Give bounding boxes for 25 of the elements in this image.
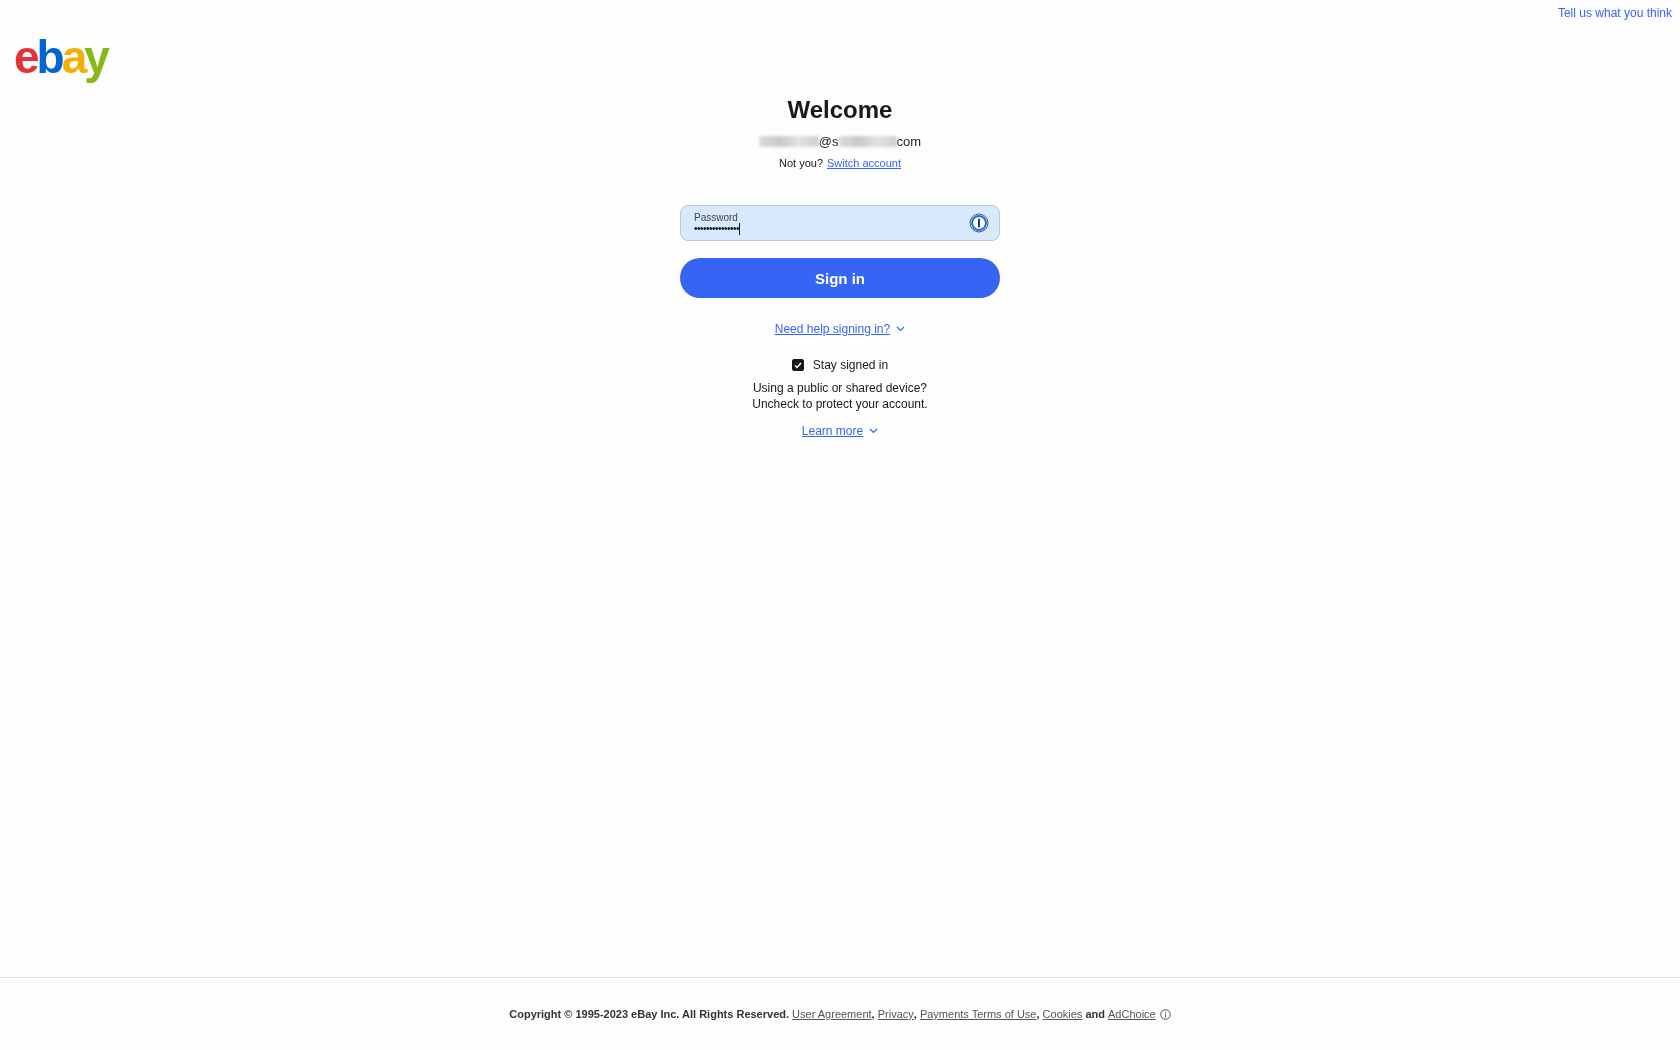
email-text: @s (818, 134, 839, 149)
footer-link[interactable]: AdChoice (1108, 1008, 1156, 1020)
email-text: com (896, 134, 922, 149)
info-icon[interactable] (1159, 1008, 1171, 1020)
footer-link[interactable]: Privacy (877, 1008, 914, 1020)
notice-text: Using a public or shared device? (752, 380, 928, 396)
chevron-down-icon (896, 326, 906, 332)
footer-link[interactable]: Cookies (1042, 1008, 1083, 1020)
help-link[interactable]: Need help signing in? (774, 322, 891, 336)
learn-more-link[interactable]: Learn more (801, 424, 864, 438)
redacted-text (758, 136, 819, 147)
feedback-link[interactable]: Tell us what you think (1557, 6, 1672, 20)
chevron-down-icon (869, 428, 879, 434)
footer-link[interactable]: User Agreement (792, 1008, 872, 1020)
password-manager-icon[interactable] (969, 213, 989, 233)
redacted-text (838, 136, 897, 147)
copyright-text: Copyright © 1995-2023 eBay Inc. All Rights Reserved. User Agreement, Privacy, Payments Terms of Use, Cookies and AdChoice (509, 1008, 1156, 1020)
not-you-text: Not you? (779, 157, 823, 169)
welcome-title: Welcome (787, 96, 893, 124)
sign-in-button[interactable]: Sign in (680, 258, 1000, 298)
checkbox-label: Stay signed in (812, 358, 889, 372)
notice-text: Uncheck to protect your account. (752, 396, 928, 412)
stay-signed-in-checkbox[interactable] (791, 359, 804, 371)
switch-account-link[interactable]: Switch account (827, 157, 901, 169)
password-field[interactable]: Password ••••••••••••••• (680, 205, 1000, 241)
